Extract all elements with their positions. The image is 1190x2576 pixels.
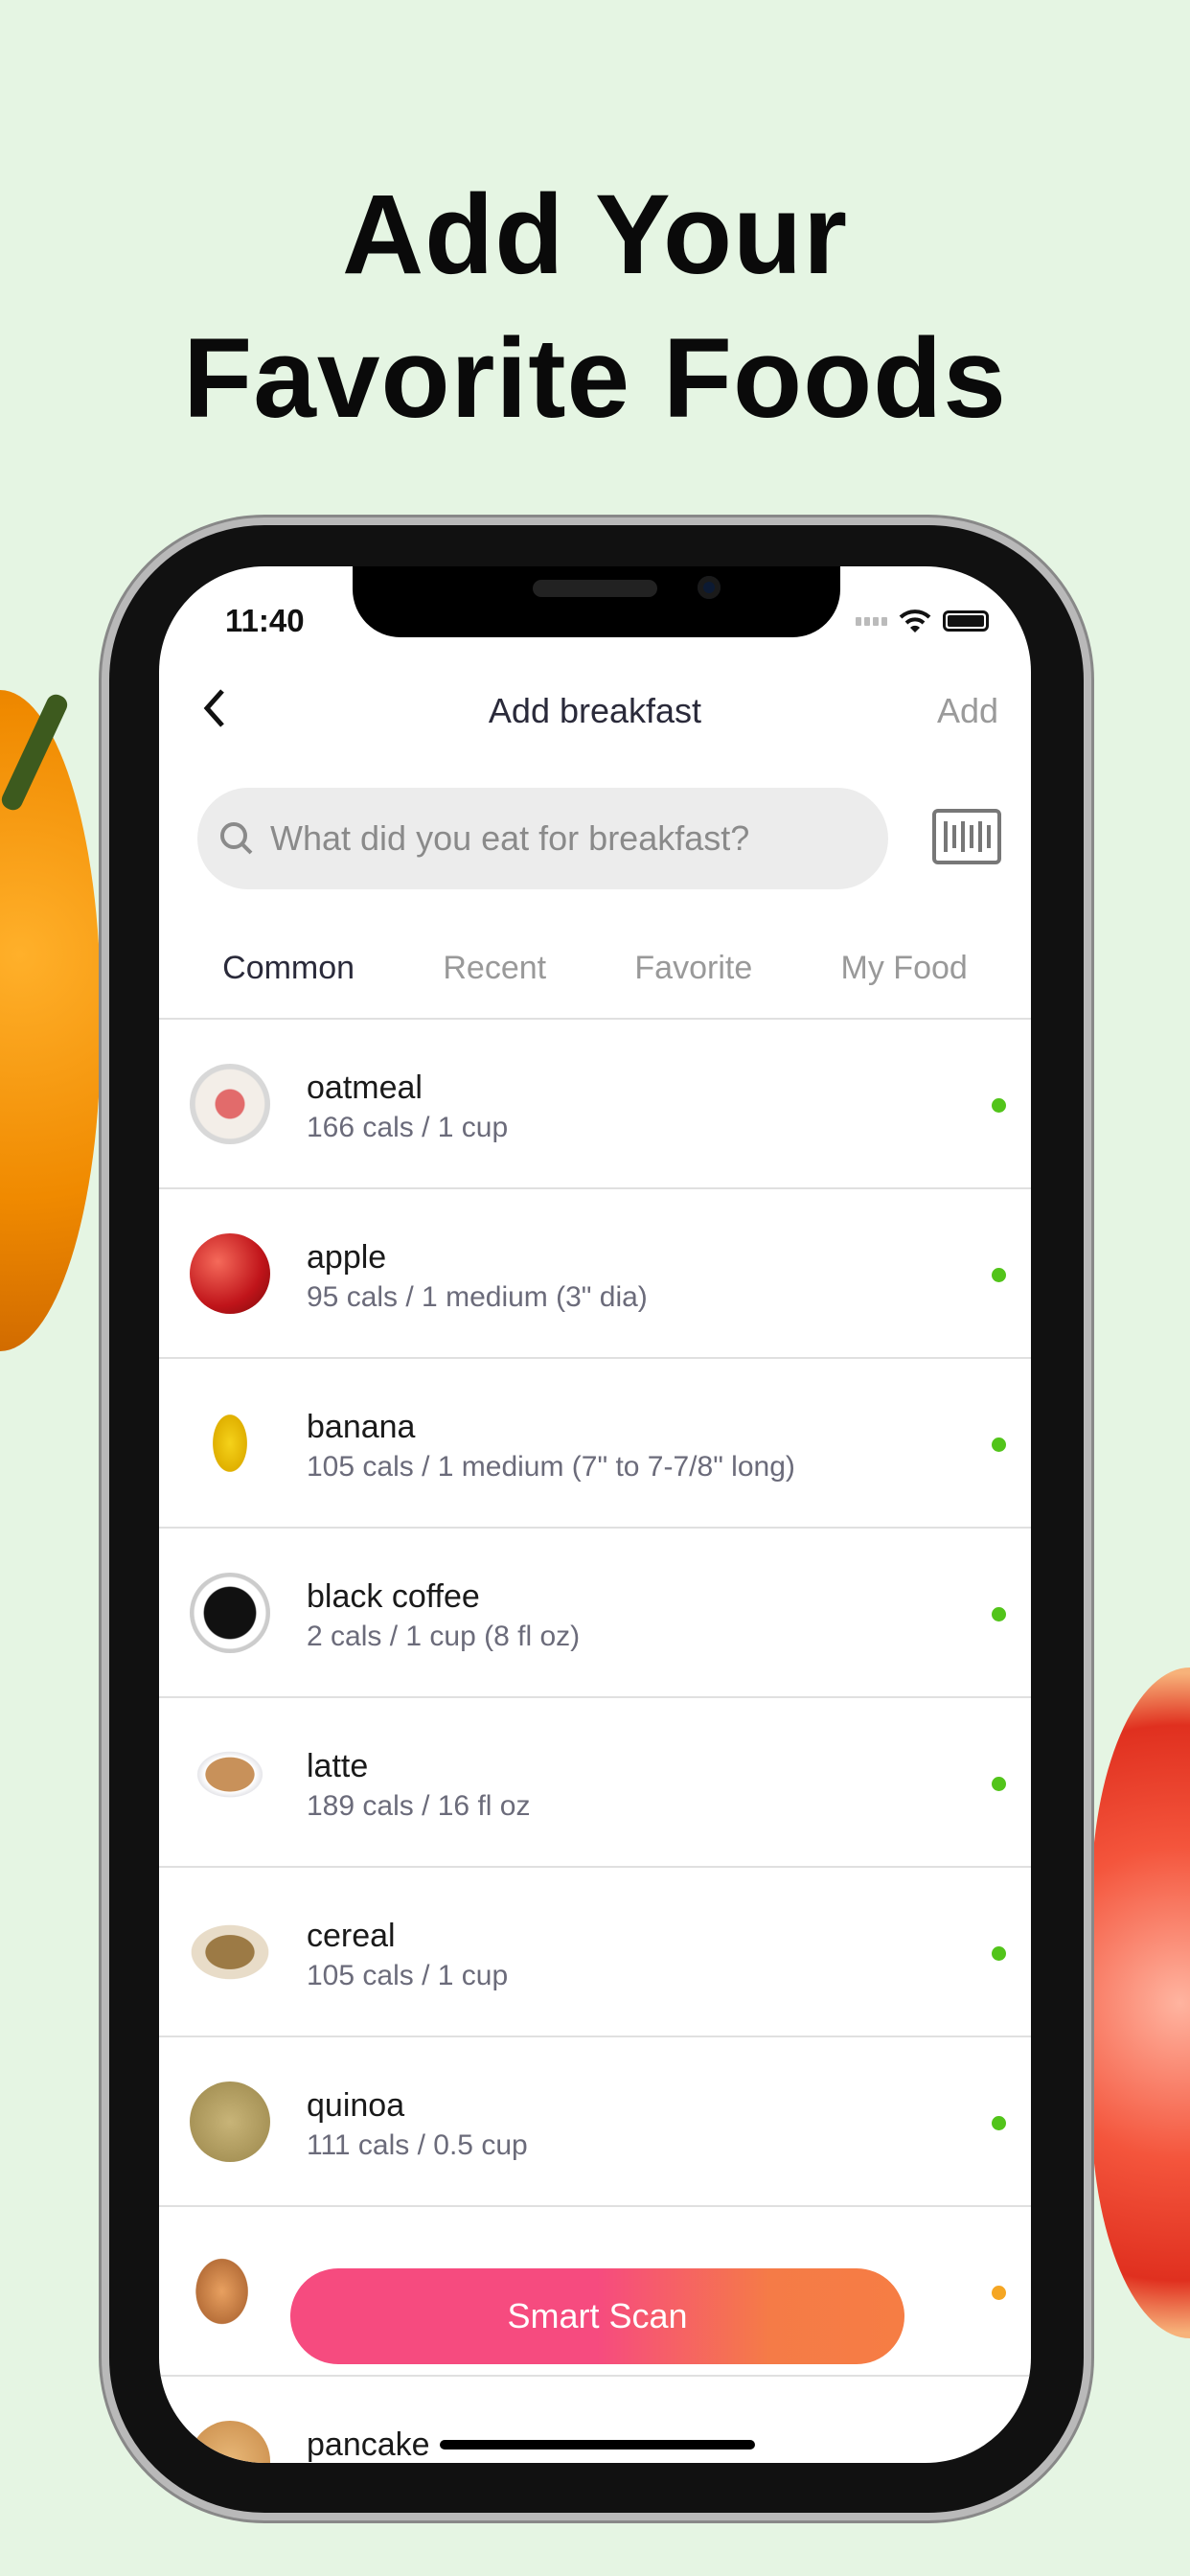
phone-screen: 11:40 Add breakfast Add Common Recent Fa… (159, 566, 1031, 2463)
page-title: Add breakfast (488, 691, 702, 730)
status-dot (992, 1607, 1006, 1622)
food-name: oatmeal (307, 1070, 423, 1106)
tab-my-food[interactable]: My Food (841, 950, 968, 987)
food-detail: 111 cals / 0.5 cup (307, 2129, 528, 2161)
speaker (533, 580, 657, 597)
food-detail: 105 cals / 1 medium (7" to 7-7/8" long) (307, 1451, 795, 1483)
tab-recent[interactable]: Recent (443, 950, 546, 987)
food-name: apple (307, 1239, 387, 1276)
smart-scan-button[interactable]: Smart Scan (290, 2268, 904, 2364)
food-detail: 189 cals / 16 fl oz (307, 1790, 531, 1822)
food-row-latte[interactable]: latte 189 cals / 16 fl oz (159, 1698, 1031, 1868)
food-list: oatmeal 166 cals / 1 cup apple 95 cals / 1… (159, 1018, 1031, 2463)
food-detail: 95 cals / 1 medium (3" dia) (307, 1281, 648, 1313)
tab-common[interactable]: Common (222, 950, 355, 987)
headline-line-1: Add Your (341, 172, 849, 298)
food-name: black coffee (307, 1578, 480, 1615)
barcode-scan-button[interactable] (932, 809, 1001, 864)
status-dot (992, 1777, 1006, 1791)
wifi-icon (899, 610, 931, 632)
status-dot (992, 1098, 1006, 1113)
food-row-quinoa[interactable]: quinoa 111 cals / 0.5 cup (159, 2037, 1031, 2207)
camera (698, 576, 721, 599)
food-row-apple[interactable]: apple 95 cals / 1 medium (3" dia) (159, 1189, 1031, 1359)
cereal-image (190, 1912, 270, 1992)
food-name: latte (307, 1748, 369, 1784)
battery-icon (943, 610, 989, 632)
search-field[interactable] (197, 788, 888, 889)
status-dot (992, 2116, 1006, 2130)
food-name: cereal (307, 1918, 396, 1954)
oatmeal-image (190, 1064, 270, 1144)
food-tabs: Common Recent Favorite My Food (159, 950, 1031, 987)
status-dot (992, 1438, 1006, 1452)
signal-icon (856, 616, 887, 626)
nav-bar: Add breakfast Add (159, 681, 1031, 739)
grapefruit-image (1091, 1668, 1190, 2338)
status-dot (992, 1268, 1006, 1282)
food-row-cereal[interactable]: cereal 105 cals / 1 cup (159, 1868, 1031, 2037)
food-row-black-coffee[interactable]: black coffee 2 cals / 1 cup (8 fl oz) (159, 1529, 1031, 1698)
search-icon (220, 822, 253, 855)
food-row-pancake[interactable]: pancake (159, 2377, 1031, 2463)
notch (353, 566, 840, 637)
status-dot (992, 2286, 1006, 2300)
food-name: quinoa (307, 2087, 405, 2124)
black-coffee-image (190, 1573, 270, 1653)
latte-image (190, 1742, 270, 1823)
banana-image (190, 1403, 270, 1484)
headline: Add Your Favorite Foods (0, 163, 1190, 450)
status-time: 11:40 (225, 603, 305, 638)
status-icons (856, 609, 989, 633)
add-button[interactable]: Add (937, 691, 998, 731)
food-row-oatmeal[interactable]: oatmeal 166 cals / 1 cup (159, 1020, 1031, 1189)
apple-image (190, 1233, 270, 1314)
home-indicator (440, 2440, 755, 2450)
eggs-image (190, 2251, 270, 2332)
food-detail: 2 cals / 1 cup (8 fl oz) (307, 1621, 581, 1652)
headline-line-2: Favorite Foods (183, 315, 1007, 442)
search-input[interactable] (270, 818, 845, 859)
pancake-image (190, 2421, 270, 2463)
food-row-banana[interactable]: banana 105 cals / 1 medium (7" to 7-7/8" … (159, 1359, 1031, 1529)
status-dot (992, 1946, 1006, 1961)
food-detail: 166 cals / 1 cup (307, 1112, 509, 1143)
food-name: banana (307, 1409, 416, 1445)
tab-favorite[interactable]: Favorite (634, 950, 752, 987)
food-detail: 105 cals / 1 cup (307, 1960, 509, 1991)
quinoa-image (190, 2082, 270, 2162)
food-name: pancake (307, 2426, 430, 2463)
